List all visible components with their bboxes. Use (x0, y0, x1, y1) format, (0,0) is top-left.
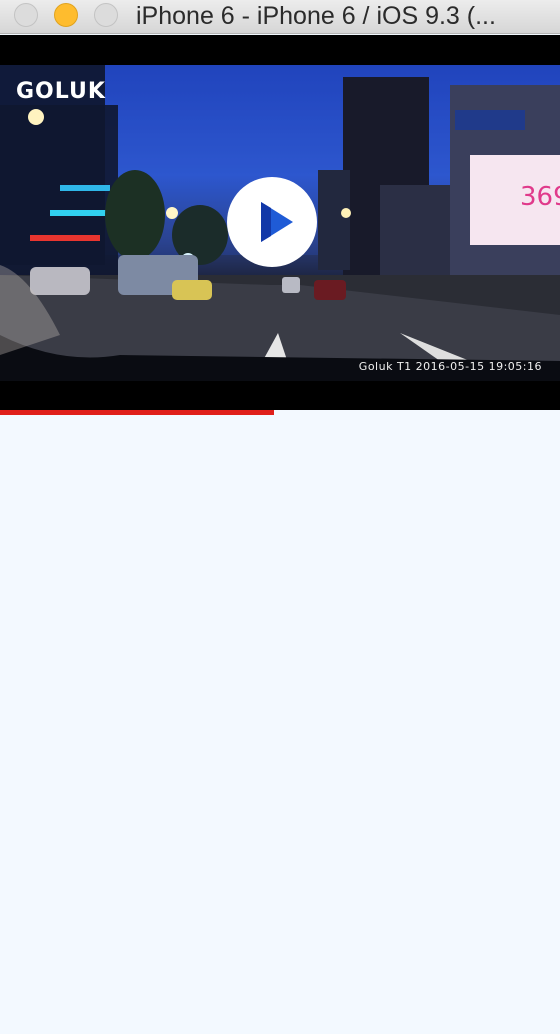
window-title: iPhone 6 - iPhone 6 / iOS 9.3 (... (136, 2, 496, 30)
content-area (0, 415, 560, 1034)
close-window-button[interactable] (14, 3, 38, 27)
zoom-window-button[interactable] (94, 3, 118, 27)
goluk-logo: GOLUK (16, 79, 106, 104)
title-bar[interactable]: iPhone 6 - iPhone 6 / iOS 9.3 (... (0, 0, 560, 34)
play-button[interactable] (227, 177, 317, 267)
recording-timestamp: Goluk T1 2016-05-15 19:05:16 (358, 360, 542, 373)
video-player[interactable]: 369 GOL (0, 35, 560, 411)
play-icon (261, 202, 293, 242)
simulator-window: iPhone 6 - iPhone 6 / iOS 9.3 (... 36 GO… (0, 0, 560, 1034)
svg-text:369: 369 (520, 182, 560, 212)
minimize-window-button[interactable] (54, 3, 78, 27)
